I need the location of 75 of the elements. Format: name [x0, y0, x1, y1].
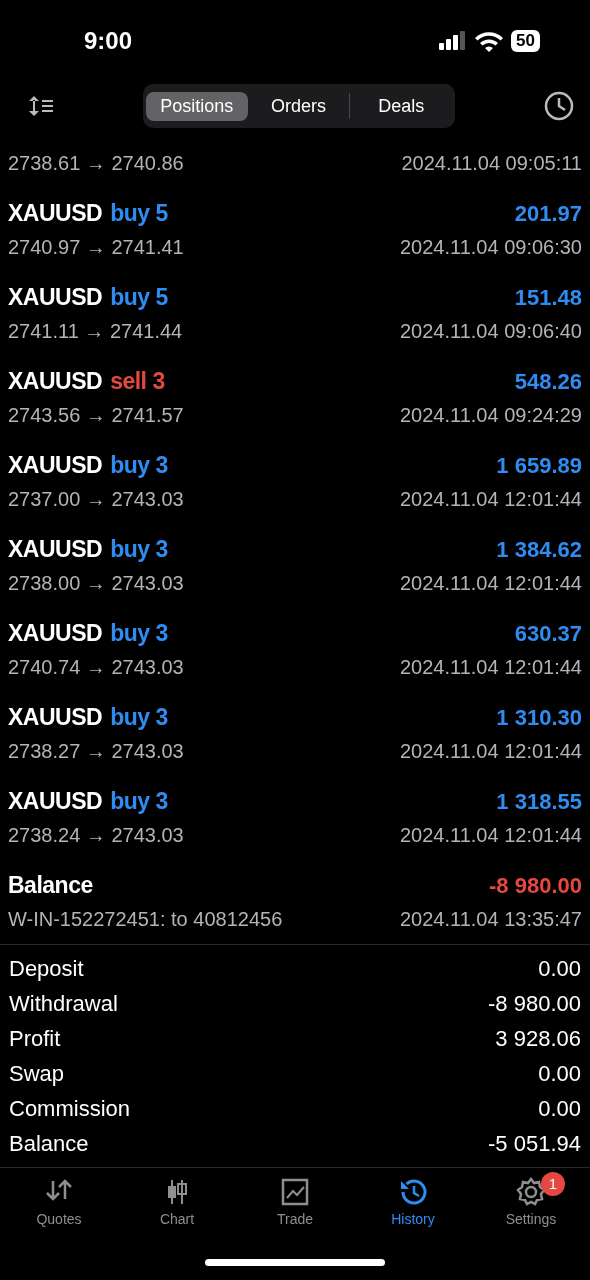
deal-profit: 630.37	[514, 619, 582, 648]
deal-symbol: XAUUSD	[8, 702, 103, 732]
deal-profit: 1 384.62	[496, 535, 582, 564]
tab-bar-item[interactable]: Trade	[236, 1176, 354, 1241]
segment-tab[interactable]: Orders	[247, 91, 350, 121]
summary-label: Swap	[9, 1060, 65, 1088]
deal-profit: 1 310.30	[496, 703, 582, 732]
deal-side: buy 5	[110, 282, 168, 312]
deal-symbol: XAUUSD	[8, 534, 103, 564]
clock-icon[interactable]	[544, 91, 574, 121]
summary-value: 3 928.06	[495, 1025, 581, 1053]
deal-time: 2024.11.04 09:05:11	[401, 151, 582, 176]
deal-profit: 548.26	[514, 367, 582, 396]
tab-bar-item[interactable]: History	[354, 1176, 472, 1241]
history-clock-icon	[398, 1177, 428, 1207]
deal-comment: W-IN-152272451: to 40812456	[8, 907, 283, 932]
deal-profit: 201.97	[514, 199, 582, 228]
summary-label: Profit	[9, 1025, 61, 1053]
deal-prices: 2738.00 → 2743.03	[8, 571, 184, 596]
summary-value: -8 980.00	[488, 990, 581, 1018]
deal-prices: 2740.74 → 2743.03	[8, 655, 184, 680]
deal-symbol: XAUUSD	[8, 450, 103, 480]
deal-symbol: XAUUSD	[8, 366, 103, 396]
deal-profit: 1 318.55	[496, 787, 582, 816]
deal-time: 2024.11.04 12:01:44	[399, 823, 582, 848]
deal-profit: 151.48	[514, 283, 582, 312]
deal-side: buy 3	[110, 618, 168, 648]
summary-label: Deposit	[9, 955, 84, 983]
deal-time: 2024.11.04 09:06:40	[399, 319, 582, 344]
notification-badge: 1	[541, 1172, 565, 1196]
deal-side: buy 3	[110, 702, 168, 732]
deal-time: 2024.11.04 13:35:47	[399, 907, 582, 932]
deal-prices: 2743.56 → 2741.57	[8, 403, 184, 428]
deal-side: buy 3	[110, 786, 168, 816]
summary-label: Commission	[9, 1095, 131, 1123]
deal-time: 2024.11.04 12:01:44	[399, 655, 582, 680]
deal-prices: 2740.97 → 2741.41	[8, 235, 184, 260]
segment-tab[interactable]: Positions	[146, 91, 248, 121]
deal-symbol: XAUUSD	[8, 786, 103, 816]
deal-prices: 2738.27 → 2743.03	[8, 739, 184, 764]
gear-icon	[516, 1177, 546, 1207]
sort-icon[interactable]	[28, 95, 54, 117]
deal-side: buy 5	[110, 198, 168, 228]
deal-time: 2024.11.04 09:06:30	[399, 235, 582, 260]
segment-tab[interactable]: Deals	[350, 91, 452, 121]
deal-symbol: XAUUSD	[8, 282, 103, 312]
deal-time: 2024.11.04 12:01:44	[399, 487, 582, 512]
deal-prices: 2741.11 → 2741.44	[8, 319, 183, 344]
status-time: 9:00	[84, 26, 133, 56]
deal-side: buy 3	[110, 450, 168, 480]
deal-prices: 2737.00 → 2743.03	[8, 487, 184, 512]
deal-profit: 1 659.89	[496, 451, 582, 480]
deal-time: 2024.11.04 09:24:29	[399, 403, 582, 428]
deal-prices: 2738.24 → 2743.03	[8, 823, 184, 848]
tab-bar-item[interactable]: Chart	[118, 1176, 236, 1241]
summary-value: 0.00	[538, 1095, 581, 1123]
tab-bar-item[interactable]: Quotes	[0, 1176, 118, 1241]
wifi-icon	[475, 30, 504, 52]
summary-value: 0.00	[538, 1060, 581, 1088]
deal-time: 2024.11.04 12:01:44	[399, 571, 582, 596]
summary-label: Balance	[9, 1130, 89, 1158]
deal-symbol: XAUUSD	[8, 618, 103, 648]
deal-profit: -8 980.00	[489, 871, 582, 900]
signal-icon	[439, 31, 468, 51]
line-chart-icon	[280, 1177, 310, 1207]
battery-indicator: 50	[511, 30, 540, 52]
deal-side: buy 3	[110, 534, 168, 564]
deal-side: sell 3	[110, 366, 165, 396]
deal-symbol: XAUUSD	[8, 198, 103, 228]
balance-title: Balance	[8, 870, 93, 900]
summary-value: 0.00	[538, 955, 581, 983]
summary-value: -5 051.94	[488, 1130, 581, 1158]
deal-prices: 2738.61 → 2740.86	[8, 151, 184, 176]
summary-label: Withdrawal	[9, 990, 118, 1018]
deal-time: 2024.11.04 12:01:44	[399, 739, 582, 764]
